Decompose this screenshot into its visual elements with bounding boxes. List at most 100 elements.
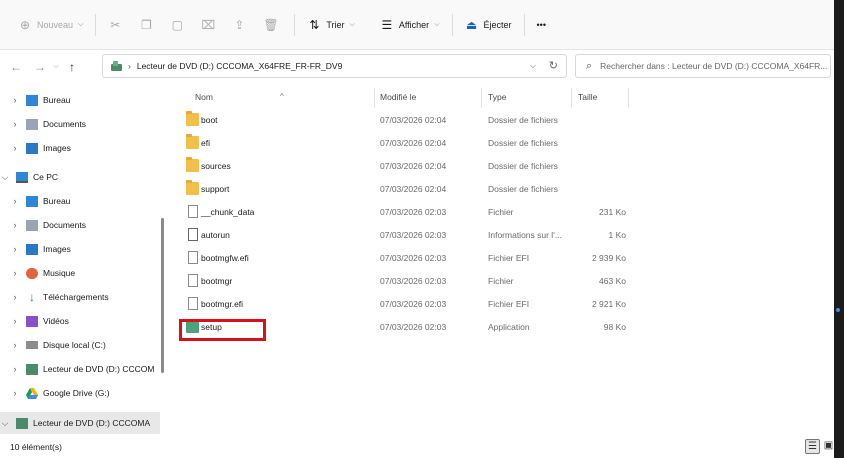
column-header-modified[interactable]: Modifié le — [380, 92, 416, 102]
sidebar-item-label: Musique — [43, 268, 76, 278]
sort-button[interactable]: ⇅ Trier ⌵ — [301, 12, 360, 38]
new-button[interactable]: ⊕ Nouveau ⌵ — [12, 12, 89, 38]
recent-locations-button[interactable]: ⌵ — [50, 63, 62, 71]
file-name: bootmgr.efi — [201, 299, 244, 309]
breadcrumb-chevron-icon: › — [128, 61, 131, 71]
chevron-right-icon: › — [13, 220, 17, 230]
setup-highlight-box — [179, 319, 266, 341]
eject-button[interactable]: ⏏ Éjecter — [459, 12, 518, 38]
arrow-right-icon: → — [34, 60, 46, 74]
search-placeholder: Rechercher dans : Lecteur de DVD (D:) CC… — [600, 61, 828, 71]
cut-button[interactable]: ✂ — [102, 12, 133, 38]
column-divider[interactable] — [374, 88, 375, 108]
sidebar-item-bureau[interactable]: › Bureau — [0, 89, 160, 111]
sidebar-item-label: Google Drive (G:) — [43, 388, 110, 398]
chevron-right-icon: › — [13, 340, 17, 350]
sidebar-item-documents-pc[interactable]: › Documents — [0, 214, 160, 236]
column-header-name[interactable]: Nom — [195, 92, 213, 102]
details-view-icon: ☰ — [808, 441, 817, 452]
file-row-boot[interactable]: boot 07/03/2026 02:04 Dossier de fichier… — [176, 109, 636, 131]
chevron-down-icon: ⌵ — [78, 20, 84, 28]
file-explorer-window: ⊕ Nouveau ⌵ ✂ ❐ ▢ ⌧ ⇪ 🗑 ⇅ Trier ⌵ ☰ Affi… — [0, 0, 844, 458]
toolbar-divider — [294, 13, 296, 36]
sidebar-item-images-pc[interactable]: › Images — [0, 238, 160, 260]
search-box[interactable]: ⌕ Rechercher dans : Lecteur de DVD (D:) … — [575, 54, 831, 78]
file-modified: 07/03/2026 02:04 — [380, 115, 447, 125]
sidebar-item-ce-pc[interactable]: ⌵ Ce PC — [0, 166, 160, 188]
sidebar-item-musique[interactable]: › Musique — [0, 262, 160, 284]
file-row-efi[interactable]: efi 07/03/2026 02:04 Dossier de fichiers — [176, 132, 636, 154]
indicator-dot — [836, 308, 840, 312]
settings-file-icon — [188, 228, 198, 241]
navigation-bar: ← → ⌵ ↑ › Lecteur de DVD (D:) CCCOMA_X64… — [0, 50, 834, 84]
sidebar-item-label: Bureau — [43, 196, 71, 206]
column-header-type[interactable]: Type — [488, 92, 506, 102]
file-row-autorun[interactable]: autorun 07/03/2026 02:03 Informations su… — [176, 224, 636, 246]
sidebar-item-label: Bureau — [43, 95, 71, 105]
file-type: Fichier — [488, 276, 514, 286]
paste-button[interactable]: ▢ — [164, 12, 195, 38]
hard-drive-icon — [26, 341, 38, 349]
more-options-button[interactable]: ••• — [531, 12, 552, 38]
forward-button[interactable]: → — [30, 60, 50, 74]
copy-button[interactable]: ❐ — [133, 12, 164, 38]
back-button[interactable]: ← — [6, 60, 26, 74]
file-row-sources[interactable]: sources 07/03/2026 02:04 Dossier de fich… — [176, 155, 636, 177]
file-type: Fichier EFI — [488, 253, 530, 263]
sidebar-item-dvd-drive-root[interactable]: ⌵ Lecteur de DVD (D:) CCCOMA — [0, 412, 160, 434]
file-modified: 07/03/2026 02:04 — [380, 184, 447, 194]
column-divider[interactable] — [481, 88, 482, 108]
sidebar-item-images[interactable]: › Images — [0, 137, 160, 159]
address-dropdown-icon[interactable]: ⌵ — [530, 61, 536, 71]
sidebar-item-dvd-drive[interactable]: › Lecteur de DVD (D:) CCCOM — [0, 358, 160, 380]
share-button[interactable]: ⇪ — [226, 12, 257, 38]
videos-icon — [26, 315, 38, 327]
dvd-drive-icon — [111, 61, 122, 71]
sidebar-scrollbar[interactable] — [161, 218, 164, 373]
file-row-chunk-data[interactable]: __chunk_data 07/03/2026 02:03 Fichier 23… — [176, 201, 636, 223]
sidebar-item-documents[interactable]: › Documents — [0, 113, 160, 135]
column-divider[interactable] — [628, 88, 629, 108]
rename-button[interactable]: ⌧ — [195, 12, 226, 38]
view-button[interactable]: ☰ Afficher ⌵ — [374, 12, 446, 38]
share-icon: ⇪ — [234, 17, 245, 32]
column-header-size[interactable]: Taille — [578, 92, 597, 102]
sidebar-item-label: Documents — [43, 119, 86, 129]
file-icon — [188, 205, 198, 218]
view-list-icon: ☰ — [381, 17, 393, 32]
column-divider[interactable] — [571, 88, 572, 108]
file-row-support[interactable]: support 07/03/2026 02:04 Dossier de fich… — [176, 178, 636, 200]
file-size: 1 Ko — [608, 230, 627, 240]
sidebar-item-telechargements[interactable]: › ↓ Téléchargements — [0, 286, 160, 308]
file-row-bootmgfw-efi[interactable]: bootmgfw.efi 07/03/2026 02:03 Fichier EF… — [176, 247, 636, 269]
sidebar-item-google-drive[interactable]: › Google Drive (G:) — [0, 382, 160, 404]
sidebar-item-disque-local[interactable]: › Disque local (C:) — [0, 334, 160, 356]
pictures-icon — [26, 243, 38, 255]
address-bar[interactable]: › Lecteur de DVD (D:) CCCOMA_X64FRE_FR-F… — [102, 54, 567, 78]
delete-button[interactable]: 🗑 — [257, 12, 288, 38]
adjacent-window-edge — [834, 0, 844, 458]
sidebar-item-label: Documents — [43, 220, 86, 230]
sidebar-item-label: Disque local (C:) — [43, 340, 106, 350]
file-row-bootmgr[interactable]: bootmgr 07/03/2026 02:03 Fichier 463 Ko — [176, 270, 636, 292]
navigation-pane: › Bureau › Documents › Images ⌵ Ce PC › … — [0, 86, 160, 434]
sidebar-item-bureau-pc[interactable]: › Bureau — [0, 190, 160, 212]
file-type: Fichier — [488, 207, 514, 217]
chevron-right-icon: › — [13, 244, 17, 254]
download-icon: ↓ — [29, 289, 35, 304]
file-modified: 07/03/2026 02:03 — [380, 207, 447, 217]
sidebar-item-label: Téléchargements — [43, 292, 109, 302]
details-view-button[interactable]: ☰ — [805, 439, 820, 454]
folder-icon — [186, 180, 199, 195]
refresh-icon[interactable]: ↻ — [549, 59, 558, 72]
view-label: Afficher — [398, 19, 430, 30]
file-row-bootmgr-efi[interactable]: bootmgr.efi 07/03/2026 02:03 Fichier EFI… — [176, 293, 636, 315]
chevron-right-icon: › — [13, 316, 17, 326]
toolbar-divider — [95, 13, 97, 36]
sidebar-item-videos[interactable]: › Vidéos — [0, 310, 160, 332]
file-type: Informations sur l'... — [488, 230, 562, 240]
documents-icon — [26, 118, 38, 130]
up-button[interactable]: ↑ — [62, 60, 82, 74]
file-name: boot — [201, 115, 218, 125]
file-size: 231 Ko — [599, 207, 626, 217]
